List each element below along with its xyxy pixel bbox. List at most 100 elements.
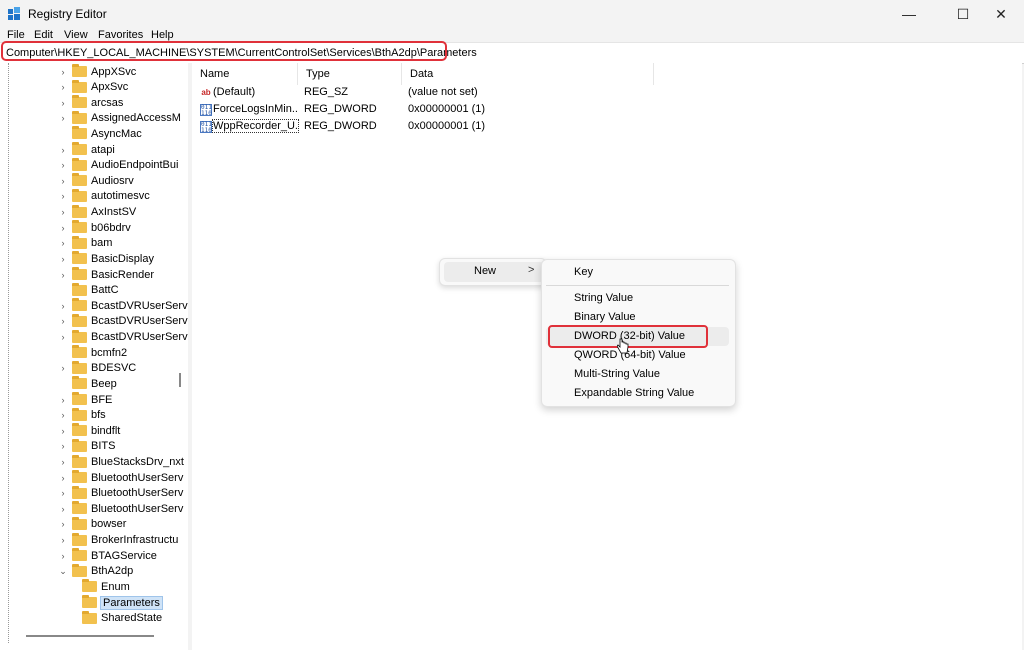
tree-item[interactable]: › AppXSvc: [58, 64, 136, 79]
tree-item[interactable]: › ApxSvc: [58, 79, 128, 95]
chevron-right-icon[interactable]: ›: [58, 176, 68, 186]
tree-item-label: BluetoothUserServ: [91, 502, 184, 515]
chevron-right-icon[interactable]: ›: [58, 535, 68, 545]
minimize-button[interactable]: —: [886, 0, 932, 28]
folder-icon: [82, 595, 97, 609]
chevron-right-icon[interactable]: ›: [58, 160, 68, 170]
tree-item[interactable]: › BasicDisplay: [58, 251, 154, 266]
chevron-right-icon[interactable]: ›: [58, 67, 68, 77]
tree-item[interactable]: › BDESVC: [58, 360, 136, 376]
tree-item[interactable]: › atapi: [58, 142, 115, 157]
tree-item[interactable]: BattC: [58, 282, 119, 298]
tree-item[interactable]: Parameters: [68, 595, 163, 610]
chevron-right-icon[interactable]: ›: [58, 473, 68, 483]
value-row-default[interactable]: ab (Default) REG_SZ (value not set): [192, 85, 652, 101]
tree-item-label: AsyncMac: [91, 127, 142, 140]
tree-item[interactable]: Beep: [58, 376, 117, 391]
submenu-expandable-string-value[interactable]: Expandable String Value: [546, 384, 729, 403]
chevron-right-icon[interactable]: ›: [58, 254, 68, 264]
chevron-right-icon[interactable]: ›: [58, 426, 68, 436]
tree-item-label: bcmfn2: [91, 346, 128, 359]
tree-item[interactable]: › BluetoothUserServ: [58, 485, 183, 501]
column-data-header[interactable]: Data: [402, 63, 654, 85]
tree-item-label: Beep: [91, 377, 117, 390]
chevron-right-icon[interactable]: ›: [58, 270, 68, 280]
chevron-right-icon[interactable]: ›: [58, 316, 68, 326]
key-tree-pane[interactable]: › AppXSvc › ApxSvc › arcsas › AssignedAccessM As…: [0, 63, 189, 650]
tree-item[interactable]: › AssignedAccessM: [58, 110, 181, 126]
chevron-right-icon[interactable]: ›: [58, 504, 68, 514]
tree-item[interactable]: › BcastDVRUserServ: [58, 298, 188, 313]
tree-item[interactable]: › BcastDVRUserServ: [58, 329, 188, 345]
chevron-right-icon[interactable]: ›: [58, 98, 68, 108]
chevron-right-icon[interactable]: ›: [58, 457, 68, 467]
tree-item[interactable]: › BTAGService: [58, 548, 157, 563]
new-label: New: [474, 265, 497, 277]
tree-item-label: Parameters: [100, 595, 163, 610]
chevron-right-icon[interactable]: ›: [58, 395, 68, 405]
tree-item[interactable]: › BlueStacksDrv_nxt: [58, 454, 184, 470]
menu-edit[interactable]: Edit: [34, 29, 53, 41]
chevron-right-icon[interactable]: ›: [58, 207, 68, 217]
tree-item[interactable]: › BcastDVRUserServ: [58, 313, 188, 329]
value-name: ForceLogsInMin...: [213, 103, 298, 115]
folder-icon: [72, 142, 87, 156]
menu-view[interactable]: View: [64, 29, 88, 41]
tree-item[interactable]: › Audiosrv: [58, 173, 134, 188]
chevron-right-icon[interactable]: ›: [58, 488, 68, 498]
submenu-qword-value[interactable]: QWORD (64-bit) Value: [546, 346, 729, 365]
column-name-header[interactable]: Name: [192, 63, 298, 85]
submenu-key[interactable]: Key: [546, 263, 729, 282]
tree-item[interactable]: › bfs: [58, 407, 106, 423]
chevron-down-icon[interactable]: ⌄: [58, 566, 68, 577]
tree-item[interactable]: › BrokerInfrastructu: [58, 532, 178, 548]
chevron-right-icon[interactable]: ›: [58, 410, 68, 420]
tree-item[interactable]: › bindflt: [58, 423, 120, 438]
chevron-right-icon[interactable]: ›: [58, 238, 68, 248]
tree-item-label: BcastDVRUserServ: [91, 331, 188, 344]
submenu-multi-string-value[interactable]: Multi-String Value: [546, 365, 729, 384]
folder-icon: [72, 235, 87, 249]
chevron-right-icon[interactable]: ›: [58, 223, 68, 233]
chevron-right-icon[interactable]: ›: [58, 82, 68, 92]
chevron-right-icon[interactable]: ›: [58, 441, 68, 451]
chevron-right-icon[interactable]: ›: [58, 145, 68, 155]
chevron-right-icon[interactable]: ›: [58, 113, 68, 123]
tree-item[interactable]: › bowser: [58, 516, 126, 532]
chevron-right-icon[interactable]: ›: [58, 519, 68, 529]
menu-help[interactable]: Help: [151, 29, 174, 41]
tree-vertical-scrollbar[interactable]: [179, 373, 181, 387]
tree-item[interactable]: Enum: [68, 579, 130, 594]
chevron-right-icon[interactable]: ›: [58, 191, 68, 201]
folder-icon: [72, 298, 87, 312]
tree-item[interactable]: › AudioEndpointBui: [58, 157, 178, 173]
value-row-forcelogs[interactable]: 011 110 ForceLogsInMin... REG_DWORD 0x000…: [192, 102, 652, 118]
tree-item[interactable]: › b06bdrv: [58, 220, 131, 235]
chevron-right-icon[interactable]: ›: [58, 363, 68, 373]
tree-item[interactable]: › autotimesvc: [58, 188, 150, 204]
tree-item[interactable]: › BluetoothUserServ: [58, 470, 183, 485]
folder-icon: [72, 392, 87, 406]
tree-item[interactable]: › BFE: [58, 392, 112, 407]
close-button[interactable]: ✕: [978, 0, 1024, 28]
submenu-string-value[interactable]: String Value: [546, 289, 729, 308]
tree-item[interactable]: › bam: [58, 235, 112, 251]
menu-file[interactable]: File: [7, 29, 25, 41]
chevron-right-icon[interactable]: ›: [58, 301, 68, 311]
tree-item[interactable]: › BITS: [58, 438, 115, 454]
tree-item[interactable]: › BluetoothUserServ: [58, 501, 183, 516]
tree-item[interactable]: › AxInstSV: [58, 204, 136, 220]
tree-item[interactable]: ⌄ BthA2dp: [58, 563, 133, 579]
tree-horizontal-scrollbar[interactable]: [26, 635, 154, 637]
tree-item[interactable]: AsyncMac: [58, 126, 142, 141]
context-menu-new[interactable]: New >: [444, 262, 544, 282]
chevron-right-icon[interactable]: ›: [58, 332, 68, 342]
tree-item[interactable]: › arcsas: [58, 95, 123, 110]
chevron-right-icon[interactable]: ›: [58, 551, 68, 561]
column-type-header[interactable]: Type: [298, 63, 402, 85]
value-row-wpprecorder[interactable]: 011 110 WppRecorder_U... REG_DWORD 0x0000…: [192, 119, 652, 135]
tree-item[interactable]: bcmfn2: [58, 345, 127, 360]
tree-item[interactable]: › BasicRender: [58, 267, 154, 282]
menu-favorites[interactable]: Favorites: [98, 29, 143, 41]
tree-item[interactable]: SharedState: [68, 610, 162, 626]
